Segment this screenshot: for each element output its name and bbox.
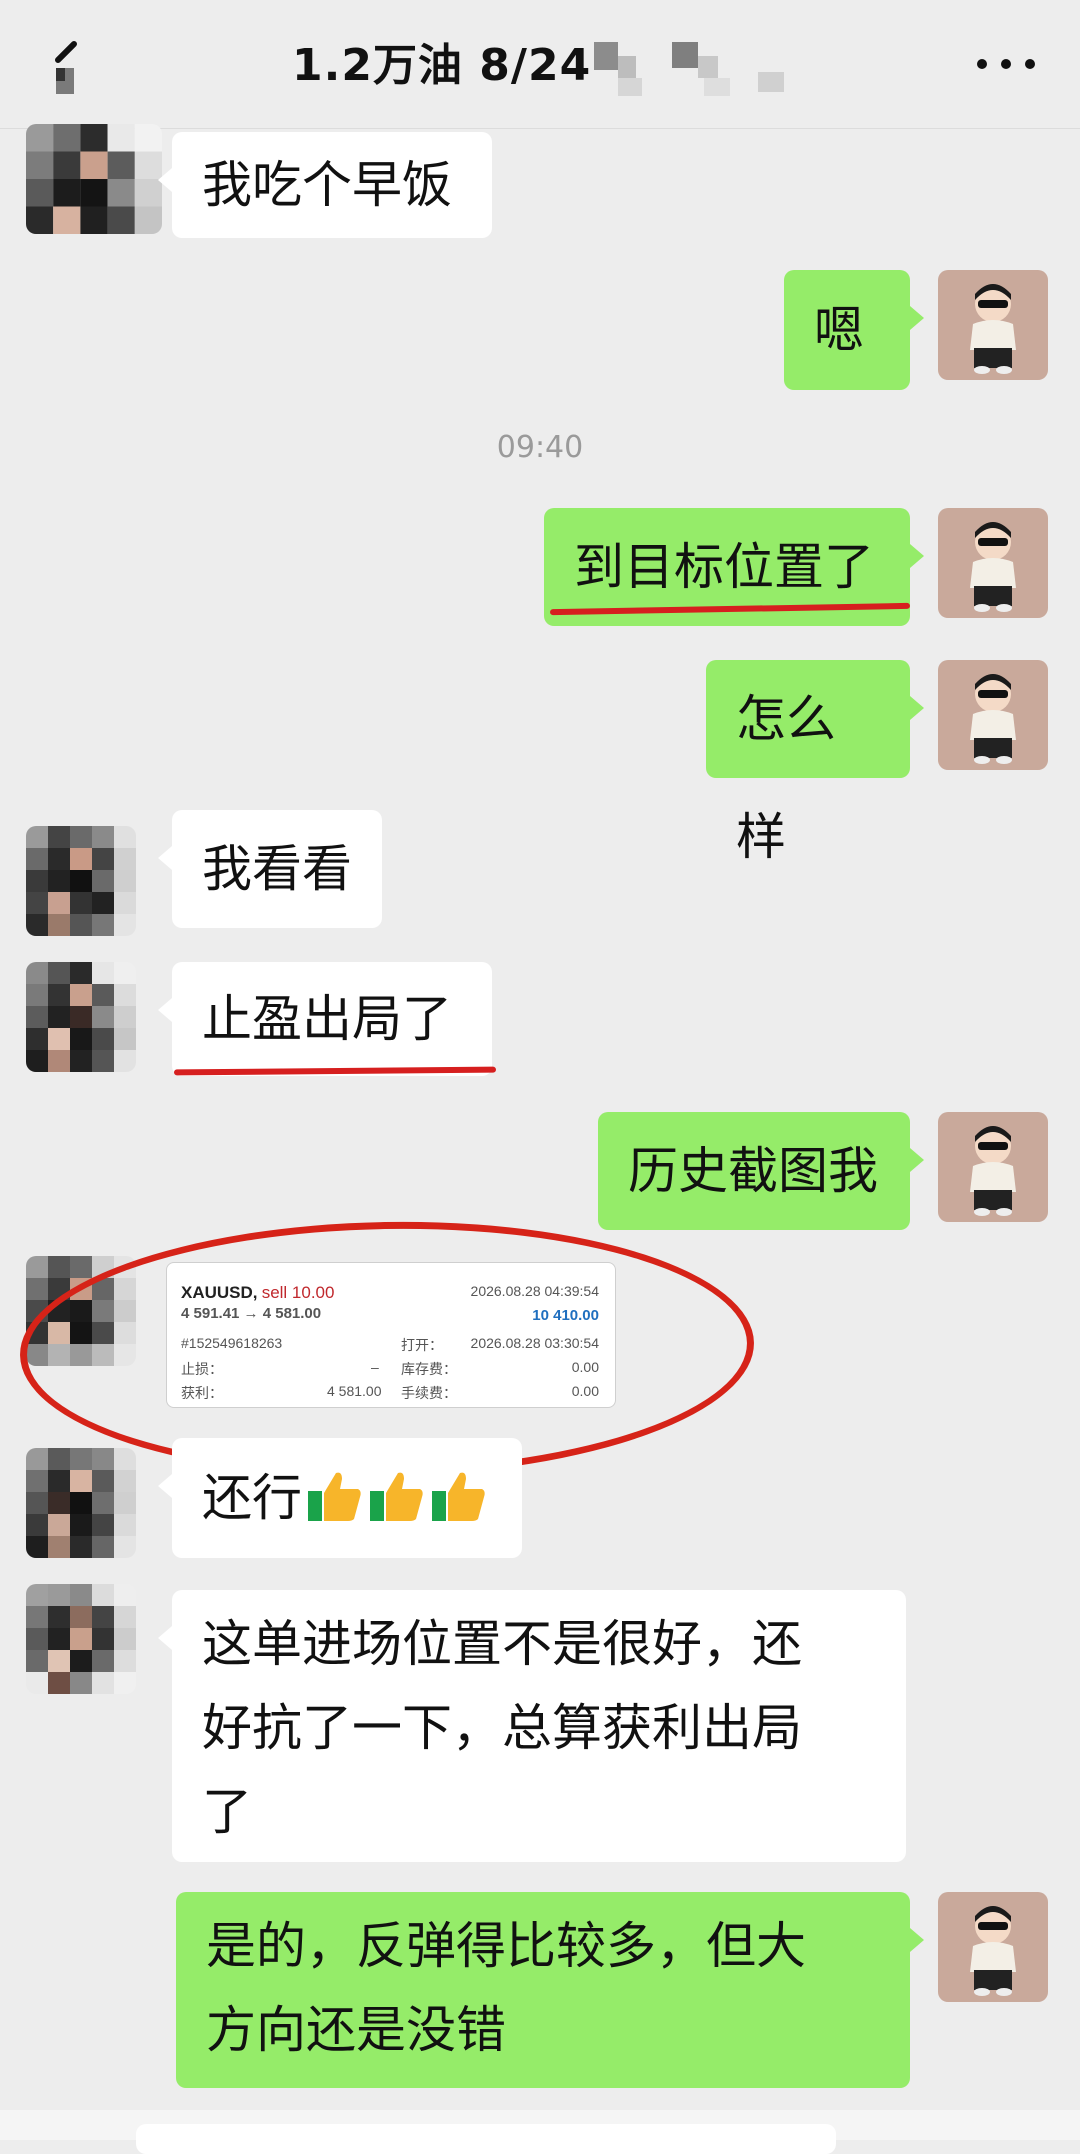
message-bubble-received[interactable]: 这单进场位置不是很好，还 好抗了一下，总算获利出局 了: [158, 1590, 906, 1862]
thumbs-up-icon: [370, 1472, 423, 1521]
message-timestamp: 09:40: [496, 430, 584, 465]
contact-avatar[interactable]: [26, 1448, 136, 1558]
message-bubble-sent[interactable]: 怎么样: [706, 660, 924, 866]
my-avatar[interactable]: [938, 1892, 1048, 2002]
message-line: 是的，反弹得比较多，但大: [206, 1917, 806, 1975]
chat-title: 1.2万油 8/24: [292, 40, 592, 91]
contact-avatar[interactable]: [26, 124, 162, 234]
message-bubble-received[interactable]: 还行: [158, 1438, 522, 1558]
message-text: 还行: [202, 1469, 302, 1527]
message-line: 这单进场位置不是很好，还: [202, 1615, 802, 1673]
chat-header: 1.2万油 8/24: [0, 0, 1080, 129]
message-bubble-sent[interactable]: 是的，反弹得比较多，但大 方向还是没错: [176, 1892, 924, 2088]
message-line: 好抗了一下，总算获利出局: [202, 1699, 802, 1757]
message-input[interactable]: [136, 2124, 836, 2154]
contact-avatar[interactable]: [26, 962, 136, 1072]
my-avatar[interactable]: [938, 1112, 1048, 1222]
thumbs-up-icon: [308, 1472, 361, 1521]
my-avatar[interactable]: [938, 270, 1048, 380]
my-avatar[interactable]: [938, 508, 1048, 618]
redacted-title-mosaic: [594, 42, 784, 96]
contact-avatar[interactable]: [26, 1584, 136, 1694]
message-line: 了: [202, 1783, 252, 1841]
my-avatar[interactable]: [938, 660, 1048, 770]
chevron-left-icon[interactable]: [46, 38, 86, 98]
message-line: 方向还是没错: [206, 2001, 506, 2059]
message-bubble-sent[interactable]: 嗯: [784, 270, 924, 390]
message-bubble-sent[interactable]: 历史截图我: [598, 1112, 924, 1230]
message-bubble-received[interactable]: 止盈出局了: [158, 962, 492, 1076]
message-bubble-received[interactable]: 我看看: [158, 810, 382, 928]
message-bubble-received[interactable]: 我吃个早饭: [158, 132, 492, 238]
thumbs-up-icon: [432, 1472, 485, 1521]
more-horizontal-icon[interactable]: [974, 52, 1038, 76]
contact-avatar[interactable]: [26, 826, 136, 936]
